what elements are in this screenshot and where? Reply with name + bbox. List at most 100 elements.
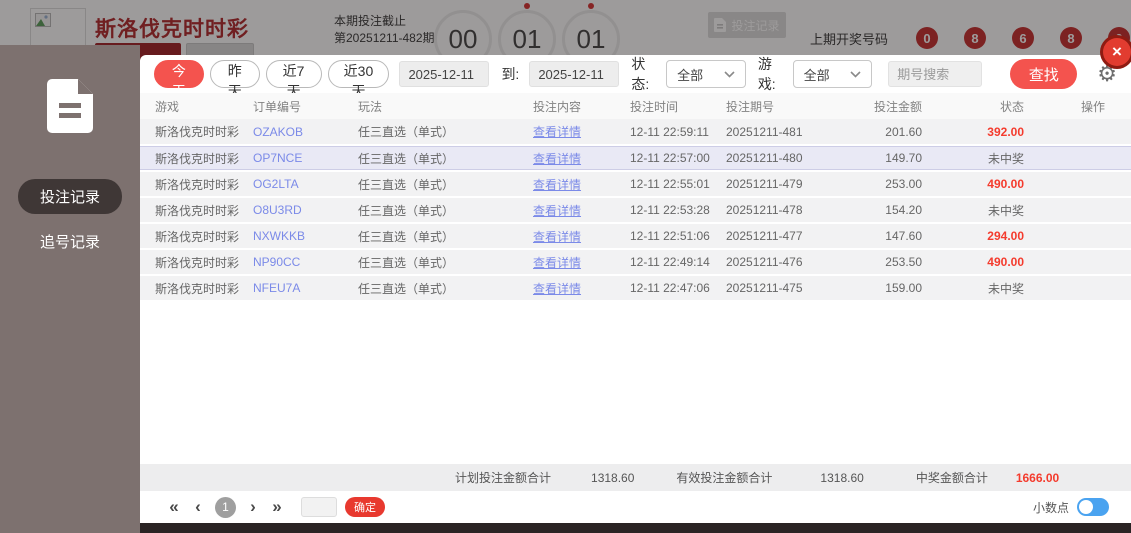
cell-status: 294.00 xyxy=(922,223,1024,249)
cell-game: 斯洛伐克时时彩 xyxy=(140,145,253,171)
sidebar-item-chase-records[interactable]: 追号记录 xyxy=(18,224,122,259)
date-to-label: 到: xyxy=(501,64,519,84)
cell-view-detail-link[interactable]: 查看详情 xyxy=(533,275,630,301)
page-jump-confirm-button[interactable]: 确定 xyxy=(345,497,385,517)
cell-view-detail-link[interactable]: 查看详情 xyxy=(533,119,630,145)
table-body: 斯洛伐克时时彩 OZAKOB 任三直选（单式） 查看详情 12-11 22:59… xyxy=(140,119,1131,301)
cell-order-id-link[interactable]: O8U3RD xyxy=(253,197,358,223)
cell-game: 斯洛伐克时时彩 xyxy=(140,223,253,249)
decimal-toggle-switch[interactable] xyxy=(1077,498,1109,516)
filter-bar: 今天 昨天 近7天 近30天 到: 状态: 全部 游戏: 全部 查找 ⚙ xyxy=(140,55,1131,93)
cell-bet-amount: 253.00 xyxy=(822,171,922,197)
cell-order-id-link[interactable]: NFEU7A xyxy=(253,275,358,301)
quick-filter-today[interactable]: 今天 xyxy=(154,60,204,88)
cell-action xyxy=(1024,197,1131,223)
period-search-input[interactable] xyxy=(888,61,982,87)
cell-play: 任三直选（单式） xyxy=(358,197,533,223)
date-to-input[interactable] xyxy=(529,61,619,87)
cell-status: 490.00 xyxy=(922,249,1024,275)
col-content: 投注内容 xyxy=(533,93,630,119)
cell-play: 任三直选（单式） xyxy=(358,171,533,197)
close-icon[interactable]: × xyxy=(1103,38,1131,66)
quick-filter-30days[interactable]: 近30天 xyxy=(328,60,390,88)
planned-total-value: 1318.60 xyxy=(591,471,634,485)
date-from-input[interactable] xyxy=(399,61,489,87)
search-button[interactable]: 查找 xyxy=(1010,59,1077,89)
cell-bet-amount: 149.70 xyxy=(822,145,922,171)
current-page-button[interactable]: 1 xyxy=(215,497,236,518)
valid-total-value: 1318.60 xyxy=(820,471,863,485)
col-order-id: 订单编号 xyxy=(253,93,358,119)
gear-icon[interactable]: ⚙ xyxy=(1097,63,1117,85)
cell-bet-period: 20251211-481 xyxy=(726,119,822,145)
cell-view-detail-link[interactable]: 查看详情 xyxy=(533,197,630,223)
cell-bet-amount: 159.00 xyxy=(822,275,922,301)
col-action: 操作 xyxy=(1024,93,1131,119)
cell-bet-period: 20251211-479 xyxy=(726,171,822,197)
cell-bet-amount: 201.60 xyxy=(822,119,922,145)
table-row[interactable]: 斯洛伐克时时彩 NFEU7A 任三直选（单式） 查看详情 12-11 22:47… xyxy=(140,275,1131,301)
game-select[interactable]: 全部 xyxy=(793,60,873,88)
col-play: 玩法 xyxy=(358,93,533,119)
cell-order-id-link[interactable]: OZAKOB xyxy=(253,119,358,145)
cell-status: 未中奖 xyxy=(922,197,1024,223)
cell-bet-period: 20251211-476 xyxy=(726,249,822,275)
table-row[interactable]: 斯洛伐克时时彩 OG2LTA 任三直选（单式） 查看详情 12-11 22:55… xyxy=(140,171,1131,197)
quick-filter-7days[interactable]: 近7天 xyxy=(266,60,322,88)
cell-bet-period: 20251211-478 xyxy=(726,197,822,223)
cell-play: 任三直选（单式） xyxy=(358,223,533,249)
prev-page-button[interactable]: ‹ xyxy=(186,497,210,517)
table-row[interactable]: 斯洛伐克时时彩 NXWKKB 任三直选（单式） 查看详情 12-11 22:51… xyxy=(140,223,1131,249)
cell-status: 未中奖 xyxy=(922,275,1024,301)
pagination-bar: « ‹ 1 › » 确定 小数点 xyxy=(140,491,1131,523)
quick-filter-yesterday[interactable]: 昨天 xyxy=(210,60,260,88)
table-empty-space xyxy=(140,302,1131,464)
bet-records-modal: 今天 昨天 近7天 近30天 到: 状态: 全部 游戏: 全部 查找 ⚙ xyxy=(140,55,1131,523)
cell-status: 未中奖 xyxy=(922,145,1024,171)
document-icon xyxy=(47,79,93,133)
page: 斯洛伐克时时彩 本期投注截止 第20251211-482期 00 01 01 xyxy=(0,0,1131,533)
first-page-button[interactable]: « xyxy=(162,497,186,517)
col-status: 状态 xyxy=(922,93,1024,119)
col-time: 投注时间 xyxy=(630,93,726,119)
table-row[interactable]: 斯洛伐克时时彩 NP90CC 任三直选（单式） 查看详情 12-11 22:49… xyxy=(140,249,1131,275)
sidebar-item-bet-records[interactable]: 投注记录 xyxy=(18,179,122,214)
next-page-button[interactable]: › xyxy=(241,497,265,517)
cell-view-detail-link[interactable]: 查看详情 xyxy=(533,145,630,171)
status-label: 状态: xyxy=(631,54,656,94)
cell-bet-time: 12-11 22:47:06 xyxy=(630,275,726,301)
cell-action xyxy=(1024,249,1131,275)
cell-order-id-link[interactable]: NXWKKB xyxy=(253,223,358,249)
cell-play: 任三直选（单式） xyxy=(358,145,533,171)
cell-order-id-link[interactable]: OG2LTA xyxy=(253,171,358,197)
win-total-label: 中奖金额合计 xyxy=(916,469,988,486)
valid-total-label: 有效投注金额合计 xyxy=(676,469,772,486)
status-select[interactable]: 全部 xyxy=(666,60,746,88)
cell-action xyxy=(1024,171,1131,197)
bet-records-table: 游戏 订单编号 玩法 投注内容 投注时间 投注期号 投注金额 状态 操作 斯洛伐… xyxy=(140,93,1131,302)
cell-bet-time: 12-11 22:51:06 xyxy=(630,223,726,249)
cell-game: 斯洛伐克时时彩 xyxy=(140,275,253,301)
cell-view-detail-link[interactable]: 查看详情 xyxy=(533,171,630,197)
last-page-button[interactable]: » xyxy=(265,497,289,517)
cell-view-detail-link[interactable]: 查看详情 xyxy=(533,223,630,249)
win-total-value: 1666.00 xyxy=(1016,471,1059,485)
toggle-knob xyxy=(1079,500,1093,514)
cell-play: 任三直选（单式） xyxy=(358,249,533,275)
col-game: 游戏 xyxy=(140,93,253,119)
cell-order-id-link[interactable]: OP7NCE xyxy=(253,145,358,171)
cell-status: 392.00 xyxy=(922,119,1024,145)
page-jump-input[interactable] xyxy=(301,497,337,517)
table-header: 游戏 订单编号 玩法 投注内容 投注时间 投注期号 投注金额 状态 操作 xyxy=(140,93,1131,119)
decimal-toggle-label: 小数点 xyxy=(1033,499,1069,516)
cell-action xyxy=(1024,223,1131,249)
table-row[interactable]: 斯洛伐克时时彩 OP7NCE 任三直选（单式） 查看详情 12-11 22:57… xyxy=(140,145,1131,171)
chevron-down-icon xyxy=(724,71,735,78)
table-row[interactable]: 斯洛伐克时时彩 O8U3RD 任三直选（单式） 查看详情 12-11 22:53… xyxy=(140,197,1131,223)
cell-order-id-link[interactable]: NP90CC xyxy=(253,249,358,275)
game-label: 游戏: xyxy=(758,54,783,94)
cell-view-detail-link[interactable]: 查看详情 xyxy=(533,249,630,275)
planned-total-label: 计划投注金额合计 xyxy=(455,469,551,486)
game-select-value: 全部 xyxy=(804,65,830,84)
table-row[interactable]: 斯洛伐克时时彩 OZAKOB 任三直选（单式） 查看详情 12-11 22:59… xyxy=(140,119,1131,145)
